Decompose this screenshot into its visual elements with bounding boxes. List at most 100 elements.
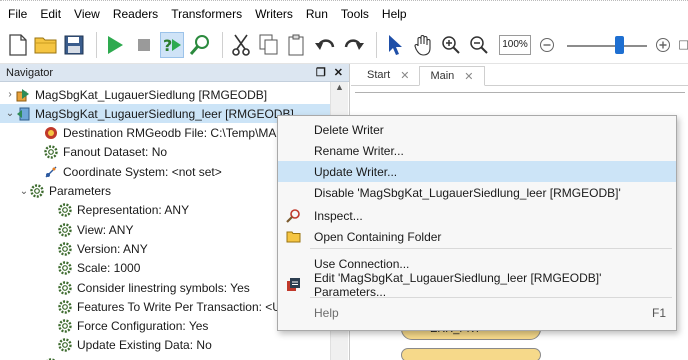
tree-row-label: Update Existing Data: No [77, 338, 212, 353]
menu-run[interactable]: Run [306, 7, 328, 21]
gear-icon [58, 222, 72, 237]
menu-edit[interactable]: Edit [40, 7, 61, 21]
reader-icon [16, 88, 30, 102]
tree-row-label: Consider linestring symbols: Yes [77, 280, 250, 295]
menu-bar: File Edit View Readers Transformers Writ… [0, 0, 688, 26]
navigator-title: Navigator [6, 66, 54, 79]
tree-row-label: Scale: 1000 [77, 261, 141, 276]
navigator-header: Navigator ❐ ✕ [0, 64, 349, 82]
inspect-toolbar-icon[interactable] [188, 32, 212, 58]
gear-icon [58, 338, 72, 353]
run-icon[interactable] [103, 32, 127, 58]
toolbar-separator [96, 31, 98, 58]
tree-row-label: Version: ANY [77, 241, 148, 256]
zoom-fit-icon[interactable] [678, 32, 688, 58]
expand-caret-icon[interactable]: › [4, 89, 16, 100]
context-menu-item[interactable]: Help F1 [278, 302, 676, 323]
expand-caret-icon[interactable]: ⌄ [4, 108, 16, 119]
context-menu-item[interactable]: Open Containing Folder [278, 226, 676, 247]
menu-writers[interactable]: Writers [255, 7, 293, 21]
menu-separator [310, 248, 672, 249]
context-menu-label: Edit 'MagSbgKat_LugauerSiedlung_leer [RM… [314, 270, 602, 299]
connection-line [355, 92, 685, 93]
menu-file[interactable]: File [8, 7, 27, 21]
toolbar: ? 100% [0, 26, 688, 64]
transformer-node[interactable] [401, 348, 541, 360]
menu-view[interactable]: View [74, 7, 100, 21]
context-menu: Delete Writer Rename Writer... Update Writ… [277, 115, 677, 331]
context-menu-item[interactable]: Rename Writer... [278, 140, 676, 161]
tree-row[interactable]: Update Existing Data: No [0, 336, 330, 355]
context-menu-label: Delete Writer [314, 122, 384, 137]
context-menu-item[interactable]: Delete Writer [278, 119, 676, 140]
context-menu-item[interactable]: Disable 'MagSbgKat_LugauerSiedlung_leer … [278, 182, 676, 203]
toolbar-separator [375, 31, 377, 58]
cut-icon[interactable] [229, 32, 253, 58]
undo-icon[interactable] [313, 32, 337, 58]
zoom-out-icon[interactable] [467, 32, 491, 58]
context-menu-label: Inspect... [314, 208, 363, 223]
canvas-tabs: Start ✕ Main ✕ [351, 64, 688, 86]
menu-tools[interactable]: Tools [341, 7, 369, 21]
tree-row-label: Destination RMGeodb File: C:\Temp\MAGS [63, 126, 294, 141]
zoom-level-field[interactable]: 100% [499, 34, 531, 55]
zoom-in-icon[interactable] [439, 32, 463, 58]
coordinate-icon [44, 165, 58, 179]
copy-icon[interactable] [257, 32, 281, 58]
tree-row-label: Coordinate System: <not set> [63, 164, 222, 179]
tree-row-label: Parameters [49, 184, 112, 198]
select-pointer-icon[interactable] [383, 32, 407, 58]
tree-row[interactable]: ›Search Envelope [0, 355, 330, 360]
zoom-plus-icon[interactable] [651, 32, 675, 58]
undock-icon[interactable]: ❐ [316, 66, 326, 79]
edit-params-icon [286, 277, 301, 292]
context-menu-item[interactable]: Edit 'MagSbgKat_LugauerSiedlung_leer [RM… [278, 271, 676, 299]
paste-icon[interactable] [285, 32, 309, 58]
expand-caret-icon[interactable]: ⌄ [18, 186, 30, 197]
zoom-slider-thumb[interactable] [614, 35, 624, 54]
zoom-slider-track [567, 44, 647, 47]
context-menu-item[interactable]: Update Writer... [278, 161, 676, 182]
context-menu-label: Help [314, 305, 339, 320]
tree-row[interactable]: › MagSbgKat_LugauerSiedlung [RMGEODB] [0, 85, 330, 104]
open-folder-icon[interactable] [34, 32, 58, 58]
gear-icon [58, 242, 72, 256]
tree-row-label: Force Configuration: Yes [77, 319, 209, 334]
shortcut-label: F1 [651, 305, 666, 320]
prompt-and-run-icon[interactable]: ? [159, 31, 184, 58]
scroll-up-icon[interactable]: ▲ [331, 82, 348, 96]
tab-label: Main [430, 70, 455, 82]
menu-transformers[interactable]: Transformers [171, 7, 242, 21]
gear-icon [58, 300, 72, 314]
menu-readers[interactable]: Readers [113, 7, 158, 21]
gear-icon [58, 280, 72, 295]
gear-icon [58, 261, 72, 275]
close-tab-icon[interactable]: ✕ [400, 69, 409, 82]
context-menu-label: Rename Writer... [314, 143, 404, 158]
context-menu-item[interactable]: Inspect... [278, 205, 676, 226]
save-icon[interactable] [62, 32, 86, 58]
zoom-slider[interactable] [565, 32, 649, 58]
gear-icon [44, 145, 58, 160]
gear-icon [30, 184, 44, 198]
svg-text:?: ? [163, 36, 172, 55]
stop-icon[interactable] [131, 32, 155, 58]
gear-icon [58, 203, 72, 217]
inspect-icon [286, 208, 301, 223]
close-tab-icon[interactable]: ✕ [464, 70, 473, 83]
context-menu-label: Disable 'MagSbgKat_LugauerSiedlung_leer … [314, 185, 621, 200]
writer-icon [16, 107, 30, 121]
tree-row-label: Fanout Dataset: No [63, 145, 168, 160]
zoom-minus-icon[interactable] [535, 32, 559, 58]
folder-icon [286, 229, 301, 244]
pan-hand-icon[interactable] [411, 32, 435, 58]
close-navigator-icon[interactable]: ✕ [334, 66, 343, 79]
menu-help[interactable]: Help [382, 7, 407, 21]
new-file-icon[interactable] [6, 32, 30, 58]
tree-row-label: MagSbgKat_LugauerSiedlung [RMGEODB] [35, 87, 268, 102]
redo-icon[interactable] [342, 32, 366, 58]
toolbar-separator [222, 31, 223, 58]
tab-start[interactable]: Start ✕ [357, 65, 419, 85]
tab-main[interactable]: Main ✕ [419, 66, 485, 86]
tab-label: Start [367, 69, 391, 81]
